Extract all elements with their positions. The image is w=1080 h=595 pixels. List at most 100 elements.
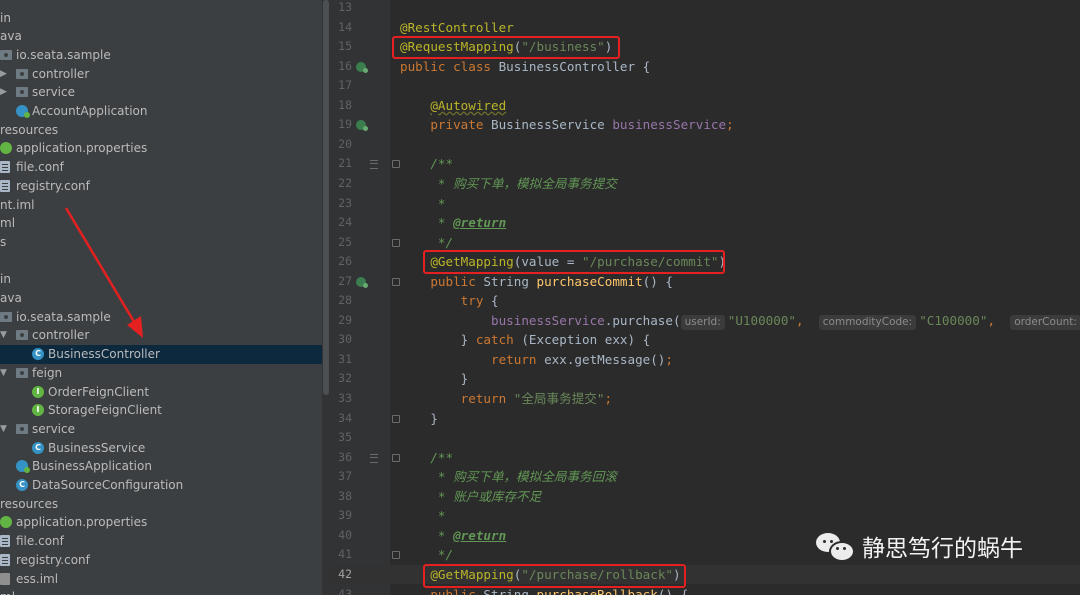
spring-bean-gutter-icon[interactable] <box>356 276 368 288</box>
code-line[interactable]: 34 } <box>330 409 1080 429</box>
tree-item[interactable]: resources <box>0 121 322 140</box>
code-line[interactable]: 27 public String purchaseCommit() { <box>330 272 1080 292</box>
tree-item[interactable]: in <box>0 9 322 28</box>
code-line[interactable]: 30 } catch (Exception exx) { <box>330 330 1080 350</box>
javadoc-toggle-icon[interactable] <box>370 453 378 463</box>
code-line[interactable]: 29 businessService.purchase(userId: "U100… <box>330 311 1080 331</box>
spring-bean-gutter-icon[interactable] <box>356 61 368 73</box>
tree-item[interactable]: io.seata.sample <box>0 308 322 327</box>
line-number: 37 <box>338 469 352 484</box>
tree-item[interactable]: ▼ controller <box>0 326 322 345</box>
code-token: BusinessService <box>491 117 613 133</box>
tree-item[interactable]: file.conf <box>0 532 322 551</box>
tree-item-label: s <box>0 234 7 249</box>
code-line[interactable]: 18 @Autowired <box>330 96 1080 116</box>
code-line[interactable]: 37 * 购买下单，模拟全局事务回滚 <box>330 467 1080 487</box>
tree-item[interactable]: AccountApplication <box>0 102 322 121</box>
tree-item[interactable]: ml <box>0 588 322 595</box>
scrollbar-thumb[interactable] <box>323 0 329 395</box>
tree-item[interactable]: ▼ feign <box>0 364 322 383</box>
code-line[interactable]: 24 * @return <box>330 213 1080 233</box>
interface-icon <box>32 385 44 398</box>
tree-item[interactable]: registry.conf <box>0 177 322 196</box>
tree-item-label: BusinessService <box>48 440 146 455</box>
tree-item[interactable] <box>0 252 322 271</box>
code-token: * <box>437 527 454 543</box>
code-line[interactable]: 38 * 账户或库存不足 <box>330 487 1080 507</box>
tree-item[interactable]: OrderFeignClient <box>0 383 322 402</box>
code-line[interactable]: 13 <box>330 0 1080 18</box>
code-line[interactable]: 22 * 购买下单，模拟全局事务提交 <box>330 174 1080 194</box>
code-line[interactable]: 14 @RestController <box>330 18 1080 38</box>
fold-marker-icon[interactable] <box>392 277 400 286</box>
code-line[interactable]: 36 /** <box>330 448 1080 468</box>
fold-marker-icon[interactable] <box>392 551 400 560</box>
code-line[interactable]: 21 /** <box>330 154 1080 174</box>
tree-item[interactable]: application.properties <box>0 139 322 158</box>
line-number: 32 <box>338 371 352 386</box>
line-number: 27 <box>338 273 352 288</box>
tree-item[interactable]: StorageFeignClient <box>0 401 322 420</box>
fold-marker-icon[interactable] <box>392 160 400 169</box>
code-token: , <box>987 312 1011 328</box>
code-token: String <box>483 273 537 289</box>
tree-item[interactable]: file.conf <box>0 158 322 177</box>
code-line[interactable]: 19 private BusinessService businessServi… <box>330 115 1080 135</box>
tree-item[interactable]: ml <box>0 214 322 233</box>
code-line[interactable]: 33 return "全局事务提交"; <box>330 389 1080 409</box>
tree-item[interactable]: BusinessService <box>0 439 322 458</box>
tree-item[interactable]: ava <box>0 27 322 46</box>
code-token: * 账户或库存不足 <box>437 488 542 504</box>
tree-item[interactable]: registry.conf <box>0 551 322 570</box>
line-number: 19 <box>338 117 352 132</box>
tree-item[interactable]: BusinessApplication <box>0 457 322 476</box>
code-editor[interactable]: 13 14 @RestController 15 @RequestMapping("/b… <box>330 0 1080 595</box>
tree-item[interactable]: io.seata.sample <box>0 46 322 65</box>
code-line[interactable]: 17 <box>330 76 1080 96</box>
tree-item[interactable]: ▶ service <box>0 83 322 102</box>
fold-marker-icon[interactable] <box>392 414 400 423</box>
tree-item[interactable]: application.properties <box>0 513 322 532</box>
code-line[interactable]: 39 * <box>330 506 1080 526</box>
tree-item[interactable]: ▼ service <box>0 420 322 439</box>
expand-arrow-icon[interactable]: ▼ <box>0 364 7 383</box>
javadoc-toggle-icon[interactable] <box>370 160 378 170</box>
code-line[interactable]: 20 <box>330 135 1080 155</box>
tree-item[interactable]: resources <box>0 495 322 514</box>
tree-item[interactable]: ava <box>0 289 322 308</box>
tree-item[interactable]: s <box>0 233 322 252</box>
tree-item[interactable]: DataSourceConfiguration <box>0 476 322 495</box>
project-tree-scrollbar[interactable] <box>322 0 330 595</box>
spring-class-icon <box>16 105 30 118</box>
code-token: @return <box>453 215 507 231</box>
line-number: 42 <box>338 566 352 581</box>
code-line[interactable]: 23 * <box>330 194 1080 214</box>
code-line[interactable]: 31 return exx.getMessage(); <box>330 350 1080 370</box>
parameter-hint: userId: <box>680 314 725 330</box>
tree-item-label: application.properties <box>16 141 148 156</box>
tree-item[interactable]: in <box>0 270 322 289</box>
code-text: public class BusinessController { <box>400 57 650 77</box>
tree-item[interactable]: BusinessController <box>0 345 322 364</box>
fold-marker-icon[interactable] <box>392 453 400 462</box>
code-line[interactable]: 28 try { <box>330 291 1080 311</box>
collapse-arrow-icon[interactable]: ▶ <box>0 65 7 84</box>
tree-item[interactable]: ▶ controller <box>0 65 322 84</box>
tree-item-label: registry.conf <box>16 178 90 193</box>
fold-marker-icon[interactable] <box>392 238 400 247</box>
spring-bean-gutter-icon[interactable] <box>356 120 368 132</box>
tree-item[interactable]: ess.iml <box>0 570 322 589</box>
code-line[interactable]: 35 <box>330 428 1080 448</box>
line-number: 18 <box>338 97 352 112</box>
tree-item[interactable]: nt.iml <box>0 196 322 215</box>
code-line[interactable]: 16 public class BusinessController { <box>330 57 1080 77</box>
expand-arrow-icon[interactable]: ▼ <box>0 326 7 345</box>
code-text: } <box>400 369 469 389</box>
code-line[interactable]: 32 } <box>330 369 1080 389</box>
collapse-arrow-icon[interactable]: ▶ <box>0 83 7 102</box>
expand-arrow-icon[interactable]: ▼ <box>0 420 7 439</box>
